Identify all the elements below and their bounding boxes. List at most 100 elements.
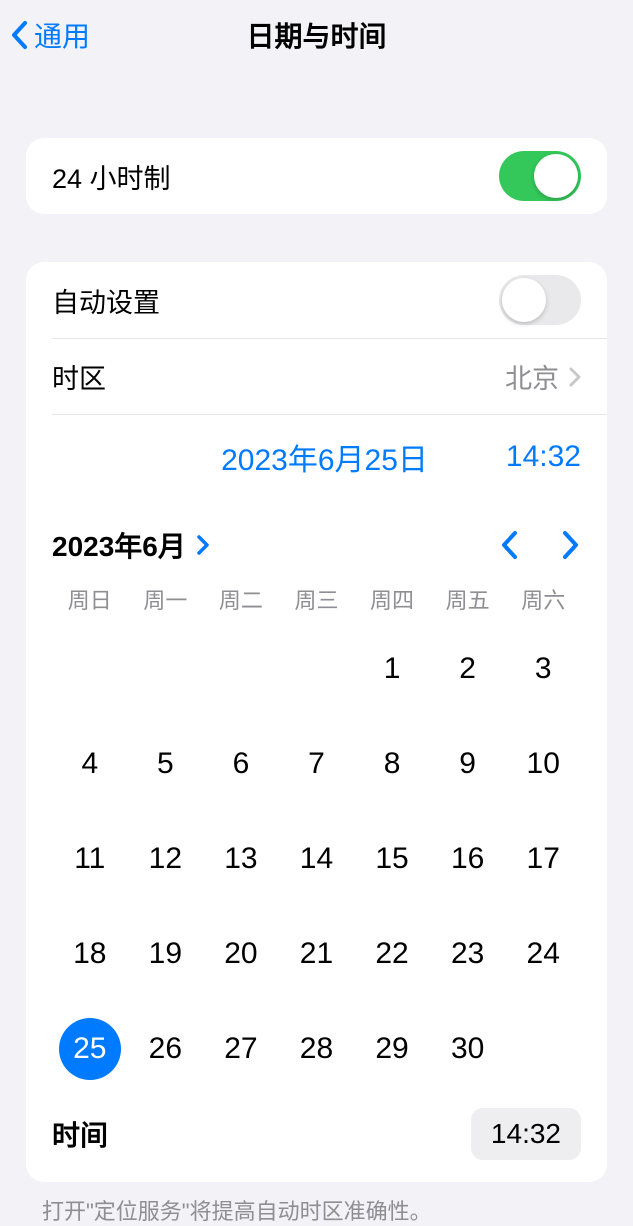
calendar-day[interactable]: 19 bbox=[128, 906, 204, 1001]
chevron-right-icon bbox=[569, 367, 581, 387]
calendar-day-number: 13 bbox=[210, 828, 272, 890]
calendar-day[interactable]: 7 bbox=[279, 716, 355, 811]
calendar-header: 2023年6月 bbox=[52, 499, 581, 583]
calendar-day[interactable]: 18 bbox=[52, 906, 128, 1001]
calendar-day-number: 5 bbox=[134, 733, 196, 795]
calendar-day-number: 17 bbox=[512, 828, 574, 890]
calendar-day-number: 22 bbox=[361, 923, 423, 985]
calendar-day[interactable]: 1 bbox=[354, 621, 430, 716]
calendar-day[interactable]: 28 bbox=[279, 1001, 355, 1096]
calendar-day[interactable]: 4 bbox=[52, 716, 128, 811]
weekday-label: 周三 bbox=[279, 583, 355, 615]
calendar: 2023年6月 周日周一周二周三周四周五周六 12345678910111213… bbox=[26, 499, 607, 1096]
time-value-pill[interactable]: 14:32 bbox=[471, 1108, 581, 1160]
calendar-day-number: 11 bbox=[59, 828, 121, 890]
calendar-day-number: 3 bbox=[512, 638, 574, 700]
weekday-label: 周二 bbox=[203, 583, 279, 615]
calendar-prev-button[interactable] bbox=[499, 529, 519, 561]
calendar-day-number: 12 bbox=[134, 828, 196, 890]
calendar-day[interactable]: 8 bbox=[354, 716, 430, 811]
page-title: 日期与时间 bbox=[0, 15, 633, 55]
calendar-day-blank bbox=[279, 621, 355, 716]
calendar-day-number: 15 bbox=[361, 828, 423, 890]
calendar-day-number: 21 bbox=[285, 923, 347, 985]
row-date-time-picker: 2023年6月25日 14:32 bbox=[52, 414, 607, 499]
calendar-day[interactable]: 25 bbox=[52, 1001, 128, 1096]
calendar-day-number: 27 bbox=[210, 1018, 272, 1080]
calendar-day[interactable]: 23 bbox=[430, 906, 506, 1001]
calendar-day-number: 7 bbox=[285, 733, 347, 795]
calendar-month-button[interactable]: 2023年6月 bbox=[52, 525, 210, 565]
toggle-auto-set[interactable] bbox=[499, 275, 581, 325]
value-timezone: 北京 bbox=[505, 357, 559, 396]
toggle-24hour[interactable] bbox=[499, 151, 581, 201]
calendar-day-number: 28 bbox=[285, 1018, 347, 1080]
label-auto-set: 自动设置 bbox=[52, 281, 160, 320]
weekday-label: 周五 bbox=[430, 583, 506, 615]
group-datetime: 自动设置 时区 北京 2023年6月25日 14:32 2023年6月 bbox=[26, 262, 607, 1182]
calendar-day[interactable]: 6 bbox=[203, 716, 279, 811]
calendar-day-blank bbox=[128, 621, 204, 716]
calendar-day[interactable]: 10 bbox=[505, 716, 581, 811]
calendar-day-number: 9 bbox=[437, 733, 499, 795]
calendar-day-blank bbox=[52, 621, 128, 716]
calendar-day[interactable]: 27 bbox=[203, 1001, 279, 1096]
calendar-day-number: 23 bbox=[437, 923, 499, 985]
calendar-day[interactable]: 20 bbox=[203, 906, 279, 1001]
row-timezone-right: 北京 bbox=[505, 357, 581, 396]
calendar-nav bbox=[499, 529, 581, 561]
calendar-day-number: 8 bbox=[361, 733, 423, 795]
calendar-day-number: 20 bbox=[210, 923, 272, 985]
calendar-days-grid: 1234567891011121314151617181920212223242… bbox=[52, 621, 581, 1096]
calendar-day[interactable]: 13 bbox=[203, 811, 279, 906]
chevron-left-icon bbox=[10, 20, 28, 50]
calendar-day-number: 30 bbox=[437, 1018, 499, 1080]
picker-time[interactable]: 14:32 bbox=[506, 440, 581, 474]
calendar-day[interactable]: 12 bbox=[128, 811, 204, 906]
back-button[interactable]: 通用 bbox=[10, 15, 90, 55]
calendar-next-button[interactable] bbox=[561, 529, 581, 561]
calendar-day[interactable]: 24 bbox=[505, 906, 581, 1001]
label-timezone: 时区 bbox=[52, 357, 106, 396]
calendar-day-number: 1 bbox=[361, 638, 423, 700]
calendar-day-number: 10 bbox=[512, 733, 574, 795]
calendar-day[interactable]: 11 bbox=[52, 811, 128, 906]
calendar-day[interactable]: 3 bbox=[505, 621, 581, 716]
back-label: 通用 bbox=[34, 15, 90, 55]
calendar-day[interactable]: 26 bbox=[128, 1001, 204, 1096]
group-24hour: 24 小时制 bbox=[26, 138, 607, 214]
calendar-day-number: 19 bbox=[134, 923, 196, 985]
picker-date[interactable]: 2023年6月25日 bbox=[221, 435, 428, 479]
calendar-day-number: 14 bbox=[285, 828, 347, 890]
calendar-day-number: 18 bbox=[59, 923, 121, 985]
calendar-day[interactable]: 21 bbox=[279, 906, 355, 1001]
calendar-day-number: 2 bbox=[437, 638, 499, 700]
calendar-day[interactable]: 14 bbox=[279, 811, 355, 906]
calendar-month-label: 2023年6月 bbox=[52, 525, 186, 565]
calendar-day[interactable]: 2 bbox=[430, 621, 506, 716]
calendar-day-number: 25 bbox=[59, 1018, 121, 1080]
label-time: 时间 bbox=[52, 1114, 108, 1154]
calendar-day-number: 4 bbox=[59, 733, 121, 795]
calendar-day[interactable]: 29 bbox=[354, 1001, 430, 1096]
calendar-day[interactable]: 16 bbox=[430, 811, 506, 906]
calendar-day[interactable]: 22 bbox=[354, 906, 430, 1001]
calendar-day[interactable]: 30 bbox=[430, 1001, 506, 1096]
calendar-day[interactable]: 5 bbox=[128, 716, 204, 811]
weekday-label: 周六 bbox=[505, 583, 581, 615]
chevron-right-icon bbox=[196, 534, 210, 556]
row-auto-set: 自动设置 bbox=[26, 262, 607, 338]
calendar-day[interactable]: 15 bbox=[354, 811, 430, 906]
calendar-day-number: 6 bbox=[210, 733, 272, 795]
toggle-knob bbox=[534, 154, 578, 198]
navigation-bar: 通用 日期与时间 bbox=[0, 0, 633, 70]
calendar-weekdays: 周日周一周二周三周四周五周六 bbox=[52, 583, 581, 621]
calendar-day-number: 26 bbox=[134, 1018, 196, 1080]
calendar-day[interactable]: 17 bbox=[505, 811, 581, 906]
calendar-day[interactable]: 9 bbox=[430, 716, 506, 811]
row-timezone[interactable]: 时区 北京 bbox=[52, 338, 607, 414]
row-24hour: 24 小时制 bbox=[26, 138, 607, 214]
calendar-day-blank bbox=[203, 621, 279, 716]
calendar-day-number: 16 bbox=[437, 828, 499, 890]
toggle-knob bbox=[502, 278, 546, 322]
